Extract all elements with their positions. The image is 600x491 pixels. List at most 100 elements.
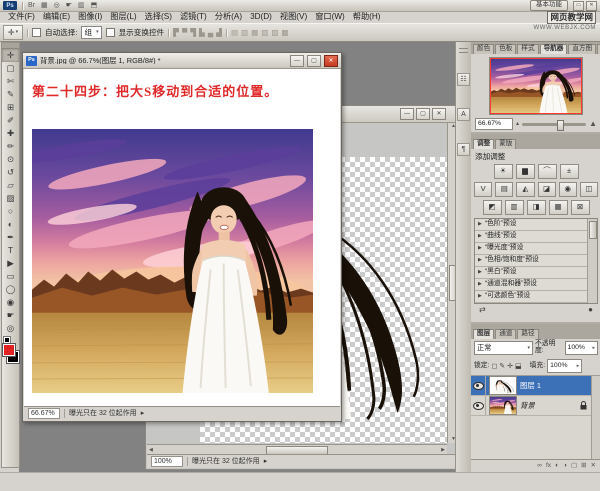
close-button[interactable]: ✕ [432,108,446,120]
tab-masks[interactable]: 蒙版 [495,139,516,149]
auto-select-dropdown[interactable]: 组 ▾ [81,26,101,39]
layer-row-background[interactable]: 背景 [471,396,592,416]
new-layer-icon[interactable]: ⊞ [581,463,586,470]
document-canvas[interactable]: 第二十四步：把大S移动到合适的位置。 [24,69,340,406]
channel-mixer-icon[interactable]: ◫ [580,182,598,197]
minimize-button[interactable]: — [400,108,414,120]
levels-icon[interactable]: ▆ [516,164,535,179]
menu-item[interactable]: 图层(L) [106,12,140,22]
brightness-contrast-icon[interactable]: ☀ [494,164,513,179]
lock-pixels-icon[interactable]: ✎ [499,363,505,370]
slider-thumb[interactable] [557,120,564,131]
photo-filter-icon[interactable]: ◉ [559,182,577,197]
document-titlebar[interactable]: Ps 背景.jpg @ 66.7%(图层 1, RGB/8#) * — ▢ ✕ [23,53,341,69]
workspace-switcher-button[interactable]: 基本功能 [530,0,568,11]
restore-window-button[interactable]: ▭ [573,1,584,11]
navigator-preview[interactable] [489,57,583,115]
menu-item[interactable]: 3D(D) [246,12,276,22]
eye-icon[interactable] [473,402,484,410]
close-button[interactable]: ✕ [324,55,338,67]
type-tool[interactable]: T [2,244,19,257]
distribute-top-icon[interactable]: ▤ [231,29,238,37]
layer-mask-icon[interactable]: ◐ [555,463,559,470]
preset-row[interactable]: ▶ “可选颜色”预设 [475,291,588,303]
move-tool-preset-button[interactable]: ✛ ▾ [3,25,23,40]
dodge-tool[interactable]: ◐ [2,218,19,231]
tab-swatches[interactable]: 色板 [495,44,516,54]
3d-rotate-tool[interactable]: ◯ [2,283,19,296]
restore-button[interactable]: ▢ [416,108,430,120]
crop-tool[interactable]: ⊞ [2,101,19,114]
show-transform-checkbox[interactable] [106,28,115,37]
black-white-icon[interactable]: ◪ [538,182,556,197]
align-bottom-icon[interactable]: ▜ [190,29,196,37]
brush-tool[interactable]: ✏ [2,140,19,153]
clip-to-layer-icon[interactable]: ● [588,306,593,314]
lock-all-icon[interactable]: ⬓ [515,363,522,370]
preset-row[interactable]: ▶ “黑白”预设 [475,267,588,279]
layer-row-layer1[interactable]: 图层 1 [471,376,592,396]
preset-row[interactable]: ▶ “曲线”预设 [475,231,588,243]
align-top-icon[interactable]: ▛ [173,29,179,37]
shape-tool[interactable]: ▭ [2,270,19,283]
dock-grip[interactable] [459,48,468,53]
history-panel-icon[interactable]: ☷ [457,73,470,86]
align-right-icon[interactable]: ▟ [216,29,222,37]
lock-position-icon[interactable]: ✛ [507,363,513,370]
character-panel-icon[interactable]: A [457,108,470,121]
menu-item[interactable]: 窗口(W) [311,12,349,22]
layer-name[interactable]: 背景 [520,402,535,409]
distribute-right-icon[interactable]: ▩ [281,29,288,37]
vibrance-icon[interactable]: V [474,182,492,197]
gradient-tool[interactable]: ▨ [2,192,19,205]
path-selection-tool[interactable]: ▶ [2,257,19,270]
threshold-icon[interactable]: ◨ [527,200,546,215]
minimize-button[interactable]: — [290,55,304,67]
posterize-icon[interactable]: ▥ [505,200,524,215]
menu-item[interactable]: 视图(V) [276,12,311,22]
selective-color-icon[interactable]: ⊠ [571,200,590,215]
tab-layers[interactable]: 图层 [473,329,494,339]
blend-mode-dropdown[interactable]: 正常 ▾ [474,341,533,355]
blur-tool[interactable]: ○ [2,205,19,218]
distribute-hcenter-icon[interactable]: ▨ [271,29,278,37]
menu-item[interactable]: 帮助(H) [349,12,385,22]
move-tool[interactable]: ✛ [2,49,19,62]
new-group-icon[interactable]: ▢ [571,463,577,470]
lock-transparency-icon[interactable]: ◻ [491,363,497,370]
zoom-out-icon[interactable]: ▴ [516,121,519,127]
navigator-zoom-slider[interactable] [522,123,586,126]
link-layers-icon[interactable]: ∞ [537,463,542,470]
visibility-cell[interactable] [471,376,486,395]
view-extras-icon[interactable]: ▦ [41,2,48,9]
invert-icon[interactable]: ◩ [483,200,502,215]
navigator-zoom-field[interactable]: 66.67% [475,118,513,130]
exposure-icon[interactable]: ± [560,164,579,179]
menu-item[interactable]: 图像(I) [74,12,106,22]
visibility-cell[interactable] [471,396,486,415]
arrange-documents-icon[interactable]: ▥ [78,2,85,9]
restore-button[interactable]: ▢ [307,55,321,67]
switch-panel-view-icon[interactable]: ⇄ [479,306,486,314]
bridge-icon[interactable]: Br [28,2,35,9]
preset-row[interactable]: ▶ “曝光度”预设 [475,243,588,255]
curves-icon[interactable]: ⌒ [538,164,557,179]
zoom-level-icon[interactable]: ◎ [54,2,60,9]
foreground-color-swatch[interactable] [3,344,15,356]
distribute-bottom-icon[interactable]: ▦ [251,29,258,37]
status-menu-icon[interactable]: ▸ [141,410,145,417]
tab-histogram[interactable]: 直方图 [568,44,596,54]
tab-navigator[interactable]: 导航器 [540,44,568,54]
menu-item[interactable]: 文件(F) [4,12,39,22]
tab-color[interactable]: 颜色 [473,44,494,54]
clone-stamp-tool[interactable]: ⊙ [2,153,19,166]
gradient-map-icon[interactable]: ▦ [549,200,568,215]
tab-adjustments[interactable]: 调整 [473,139,494,149]
preset-row[interactable]: ▶ “色阶”预设 [475,219,588,231]
screen-mode-icon[interactable]: ⬒ [91,2,98,9]
zoom-in-icon[interactable]: ▲ [589,120,597,128]
layer-style-icon[interactable]: fx [546,463,551,470]
hand-pan-icon[interactable]: ☛ [66,2,72,9]
photo-image[interactable] [32,129,313,393]
zoom-level-field[interactable]: 66.67% [28,408,60,419]
